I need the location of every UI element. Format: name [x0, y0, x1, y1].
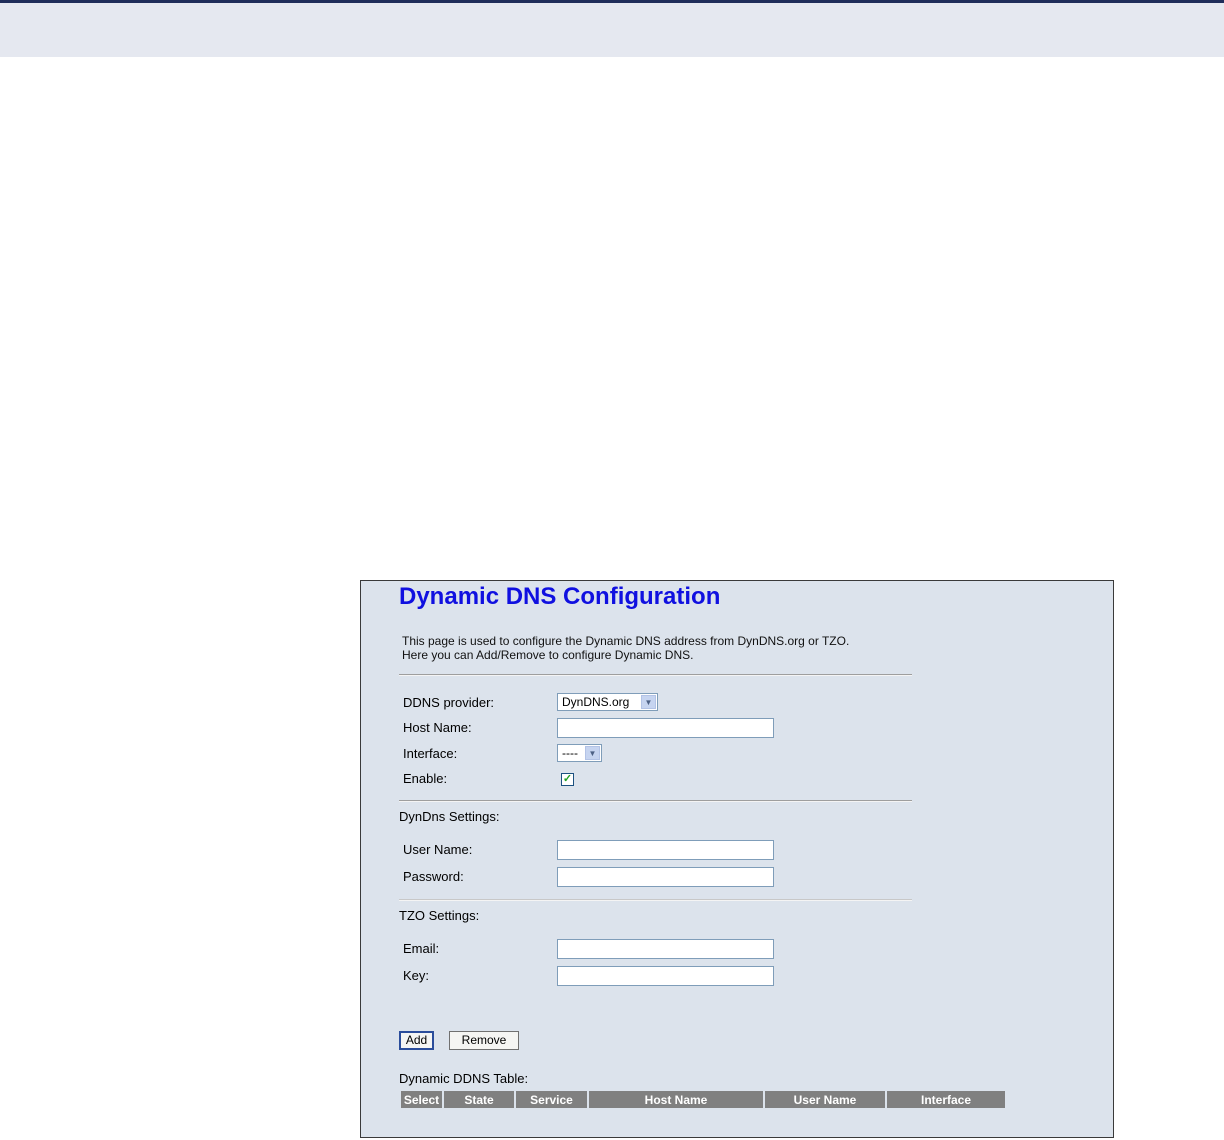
interface-select[interactable]: ---- ▼ — [557, 744, 602, 762]
top-band — [0, 3, 1224, 57]
divider — [399, 800, 912, 802]
column-header-host-name: Host Name — [589, 1091, 763, 1108]
tzo-settings-label: TZO Settings: — [399, 908, 480, 923]
column-header-user-name: User Name — [765, 1091, 885, 1108]
table-header-row: Select State Service Host Name User Name… — [401, 1091, 1005, 1108]
chevron-down-icon: ▼ — [641, 695, 656, 709]
dyndns-settings-label: DynDns Settings: — [399, 809, 500, 824]
key-label: Key: — [403, 968, 430, 983]
chevron-down-icon: ▼ — [585, 746, 600, 760]
user-name-input[interactable] — [557, 840, 774, 860]
interface-label: Interface: — [403, 746, 458, 761]
ddns-table: Select State Service Host Name User Name… — [399, 1091, 1007, 1108]
remove-button[interactable]: Remove — [449, 1031, 519, 1050]
page-title: Dynamic DNS Configuration — [399, 583, 721, 610]
description-line-2: Here you can Add/Remove to configure Dyn… — [402, 648, 694, 662]
divider — [399, 674, 912, 676]
checkmark-icon: ✓ — [562, 773, 573, 785]
ddns-table-title: Dynamic DDNS Table: — [399, 1071, 529, 1086]
key-input[interactable] — [557, 966, 774, 986]
user-name-label: User Name: — [403, 842, 473, 857]
enable-checkbox[interactable]: ✓ — [561, 773, 574, 786]
password-input[interactable] — [557, 867, 774, 887]
add-button[interactable]: Add — [399, 1031, 434, 1050]
divider — [399, 899, 912, 901]
host-name-label: Host Name: — [403, 720, 472, 735]
column-header-service: Service — [516, 1091, 587, 1108]
column-header-select: Select — [401, 1091, 442, 1108]
ddns-provider-label: DDNS provider: — [403, 695, 495, 710]
page-description: This page is used to configure the Dynam… — [402, 634, 922, 662]
description-line-1: This page is used to configure the Dynam… — [402, 634, 850, 648]
email-input[interactable] — [557, 939, 774, 959]
interface-value: ---- — [562, 746, 578, 760]
email-label: Email: — [403, 941, 440, 956]
ddns-provider-select[interactable]: DynDNS.org ▼ — [557, 693, 658, 711]
ddns-config-panel: Dynamic DNS Configuration This page is u… — [360, 580, 1114, 1138]
column-header-state: State — [444, 1091, 514, 1108]
ddns-provider-value: DynDNS.org — [562, 695, 630, 709]
host-name-input[interactable] — [557, 718, 774, 738]
column-header-interface: Interface — [887, 1091, 1005, 1108]
enable-label: Enable: — [403, 771, 448, 786]
password-label: Password: — [403, 869, 464, 884]
